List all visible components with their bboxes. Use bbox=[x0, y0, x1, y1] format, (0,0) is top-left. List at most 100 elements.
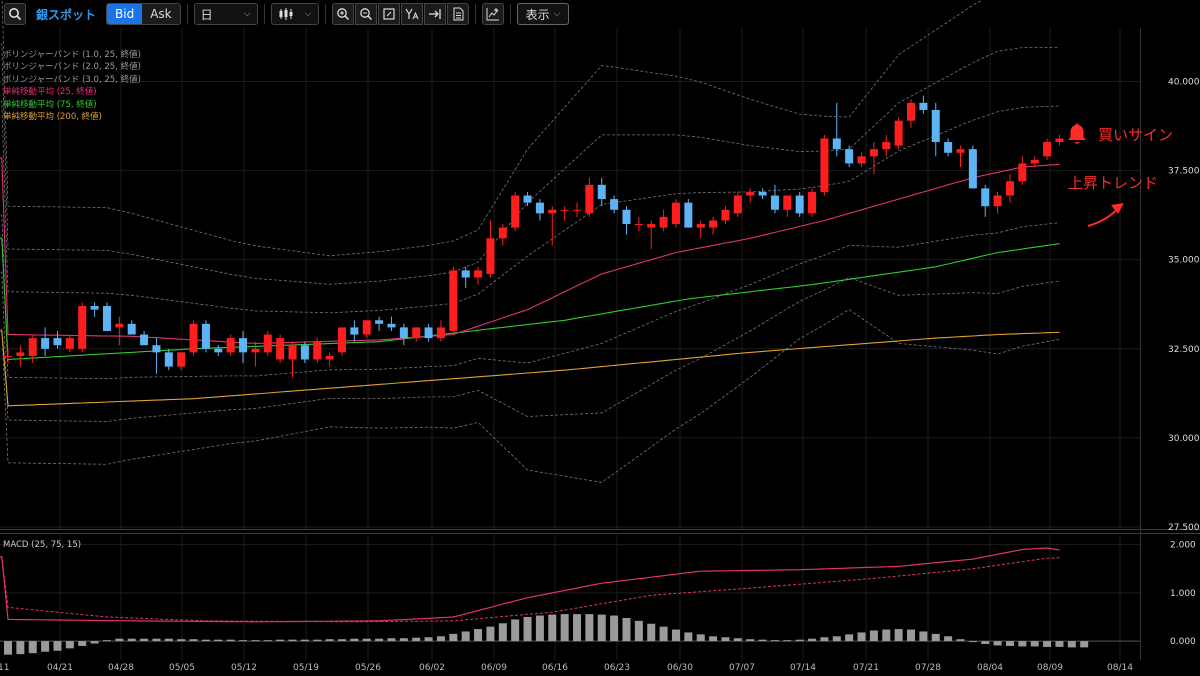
candle-body bbox=[832, 138, 841, 150]
candle bbox=[387, 316, 396, 331]
macd-histogram-bar bbox=[573, 614, 582, 642]
macd-histogram-bar bbox=[4, 641, 12, 655]
candle bbox=[968, 145, 977, 189]
candle bbox=[956, 145, 965, 168]
x-tick-label: 05/12 bbox=[231, 663, 257, 673]
candle bbox=[808, 188, 817, 217]
macd-histogram-bar bbox=[659, 626, 668, 642]
candle-body bbox=[239, 338, 248, 353]
legend-item[interactable]: 単純移動平均 (200, 終値) bbox=[3, 111, 141, 123]
macd-histogram-bar bbox=[944, 636, 953, 642]
macd-histogram-bar bbox=[53, 641, 62, 651]
candle bbox=[276, 334, 285, 364]
candle bbox=[41, 327, 50, 356]
candle-body bbox=[313, 341, 322, 360]
candle bbox=[585, 177, 594, 217]
candle-body bbox=[90, 306, 99, 310]
legend-item[interactable]: ボリンジャーバンド (2.0, 25, 終値) bbox=[3, 61, 141, 73]
candle bbox=[1018, 156, 1027, 185]
macd-histogram-bar bbox=[387, 638, 396, 642]
candle-body bbox=[894, 120, 903, 146]
legend-item[interactable]: ボリンジャーバンド (1.0, 25, 終値) bbox=[3, 49, 141, 61]
uptrend-text: 上昇トレンド bbox=[1068, 174, 1159, 192]
candle-body bbox=[53, 338, 62, 346]
candle bbox=[659, 209, 668, 232]
candle-body bbox=[449, 270, 458, 331]
candle-body bbox=[78, 306, 87, 349]
macd-histogram-bar bbox=[436, 636, 445, 642]
legend-item[interactable]: 単純移動平均 (75, 終値) bbox=[3, 99, 141, 111]
legend-item[interactable]: ボリンジャーバンド (3.0, 25, 終値) bbox=[3, 74, 141, 86]
candle bbox=[486, 220, 495, 278]
macd-histogram-bar bbox=[239, 640, 248, 642]
candle-body bbox=[325, 355, 334, 360]
candle bbox=[90, 302, 99, 317]
macd-histogram-bar bbox=[696, 634, 705, 642]
macd-histogram-bar bbox=[449, 633, 458, 642]
candle-body bbox=[671, 202, 680, 225]
x-tick-label-partial: 11 bbox=[0, 663, 9, 673]
macd-histogram-bar bbox=[907, 629, 916, 642]
candle-body bbox=[795, 195, 804, 214]
candle-body bbox=[189, 323, 198, 353]
macd-histogram-bar bbox=[647, 623, 656, 642]
macd-histogram-bar bbox=[535, 615, 544, 642]
buy-signal-text: 買いサイン bbox=[1098, 125, 1174, 144]
candle bbox=[709, 216, 718, 235]
candle bbox=[436, 320, 445, 342]
macd-histogram-bar bbox=[1030, 641, 1039, 647]
candle-body bbox=[399, 327, 408, 339]
x-tick-label: 06/30 bbox=[667, 663, 693, 673]
macd-y-tick-label: 2.000 bbox=[1170, 541, 1196, 551]
candle bbox=[535, 199, 544, 221]
y-tick-label: 32.500 bbox=[1168, 345, 1200, 355]
candle bbox=[449, 266, 458, 335]
sma25-line bbox=[0, 157, 1060, 344]
macd-histogram-bar bbox=[263, 640, 272, 642]
candle-body bbox=[808, 191, 817, 214]
candle bbox=[412, 327, 421, 342]
macd-histogram-bar bbox=[16, 641, 25, 655]
macd-histogram-bar bbox=[758, 639, 767, 642]
x-tick-label: 05/26 bbox=[355, 663, 381, 673]
candle bbox=[931, 102, 940, 157]
candle-body bbox=[733, 195, 742, 214]
candle-body bbox=[362, 320, 371, 335]
macd-histogram-bar bbox=[1055, 641, 1064, 647]
candle bbox=[671, 199, 680, 228]
candle-body bbox=[511, 195, 520, 228]
candle-body bbox=[869, 149, 878, 157]
macd-histogram-bar bbox=[869, 630, 878, 642]
macd-histogram-bar bbox=[845, 634, 854, 642]
candle-body bbox=[288, 345, 297, 360]
macd-histogram-bar bbox=[102, 640, 111, 642]
macd-histogram-bar bbox=[201, 639, 210, 642]
buy-signal-annotation: 買いサイン bbox=[1066, 122, 1173, 146]
candle-body bbox=[659, 216, 668, 228]
bell-icon bbox=[1068, 123, 1086, 144]
candle bbox=[65, 334, 74, 353]
candle bbox=[115, 316, 124, 346]
legend-item[interactable]: 単純移動平均 (25, 終値) bbox=[3, 86, 141, 98]
candle bbox=[350, 320, 359, 342]
macd-histogram-bar bbox=[1043, 641, 1052, 647]
candle bbox=[362, 320, 371, 339]
macd-histogram-bar bbox=[288, 639, 297, 642]
candle-body bbox=[140, 334, 149, 346]
price-chart[interactable]: 04/21 04/28 05/05 05/12 05/19 05/26 06/02 06/09… bbox=[0, 0, 1200, 676]
candle bbox=[102, 302, 111, 331]
candle bbox=[511, 191, 520, 232]
macd-histogram-bar bbox=[28, 641, 37, 654]
candle-body bbox=[882, 142, 891, 150]
x-tick-label: 07/07 bbox=[729, 663, 755, 673]
candle bbox=[845, 145, 854, 168]
candle-body bbox=[968, 149, 977, 189]
candle-body bbox=[375, 320, 384, 324]
candle-body bbox=[424, 327, 433, 339]
candle-body bbox=[647, 224, 656, 228]
candle-body bbox=[535, 202, 544, 214]
sma200-line bbox=[0, 330, 1060, 407]
macd-histogram-bar bbox=[770, 640, 779, 642]
candle-body bbox=[845, 149, 854, 164]
candle-body bbox=[548, 209, 557, 214]
